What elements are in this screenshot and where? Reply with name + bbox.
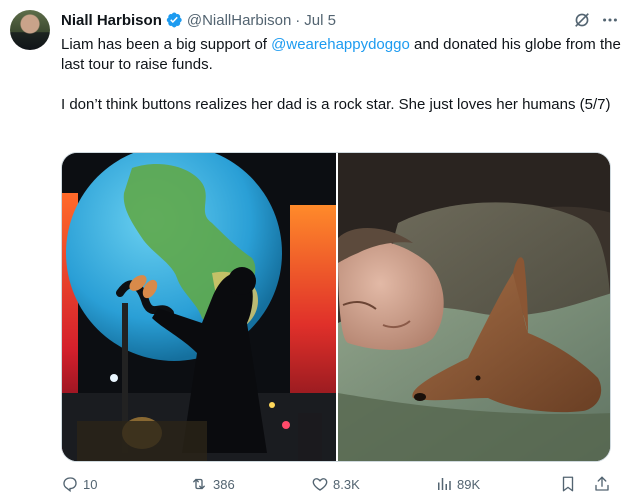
text-segment: Liam has been a big support of (61, 36, 272, 53)
reply-action[interactable]: 10 (61, 473, 97, 495)
share-icon (595, 476, 609, 491)
grok-icon[interactable] (572, 10, 592, 30)
share-action[interactable] (593, 473, 611, 495)
concert-globe-illustration (62, 153, 336, 461)
bookmark-action[interactable] (559, 473, 577, 495)
header-actions (572, 10, 620, 30)
tweet-header: Niall Harbison @NiallHarbison · Jul 5 (61, 10, 620, 30)
repost-action[interactable]: 386 (189, 473, 235, 495)
concert-globe-photo[interactable] (62, 153, 336, 461)
tweet-paragraph-1: Liam has been a big support of @wearehap… (61, 35, 621, 75)
tweet[interactable]: Niall Harbison @NiallHarbison · Jul 5 Li… (0, 0, 634, 495)
tweet-date[interactable]: Jul 5 (304, 12, 336, 29)
tweet-actions: 10 386 8.3K 89K (61, 473, 614, 495)
author-name[interactable]: Niall Harbison (61, 12, 162, 29)
views-count: 89K (457, 476, 481, 492)
repost-count: 386 (213, 476, 235, 492)
repost-icon (193, 478, 205, 490)
heart-icon (312, 478, 328, 491)
sleeping-dog-illustration (338, 153, 610, 461)
tweet-paragraph-2: I don’t think buttons realizes her dad i… (61, 96, 611, 113)
bookmark-icon (562, 476, 574, 492)
sleeping-dog-photo[interactable] (338, 153, 610, 461)
tweet-text: Liam has been a big support of @wearehap… (61, 35, 621, 115)
like-count: 8.3K (333, 476, 360, 492)
reply-icon (63, 477, 77, 493)
media-grid (61, 152, 611, 462)
mention-link[interactable]: @wearehappydoggo (271, 36, 410, 53)
views-icon (438, 478, 451, 490)
verified-badge-icon (165, 11, 183, 29)
avatar[interactable] (10, 10, 50, 50)
views-action[interactable]: 89K (435, 473, 480, 495)
like-action[interactable]: 8.3K (311, 473, 360, 495)
author-handle[interactable]: @NiallHarbison (187, 12, 291, 29)
more-icon[interactable] (600, 10, 620, 30)
separator: · (295, 11, 301, 29)
reply-count: 10 (83, 476, 98, 492)
